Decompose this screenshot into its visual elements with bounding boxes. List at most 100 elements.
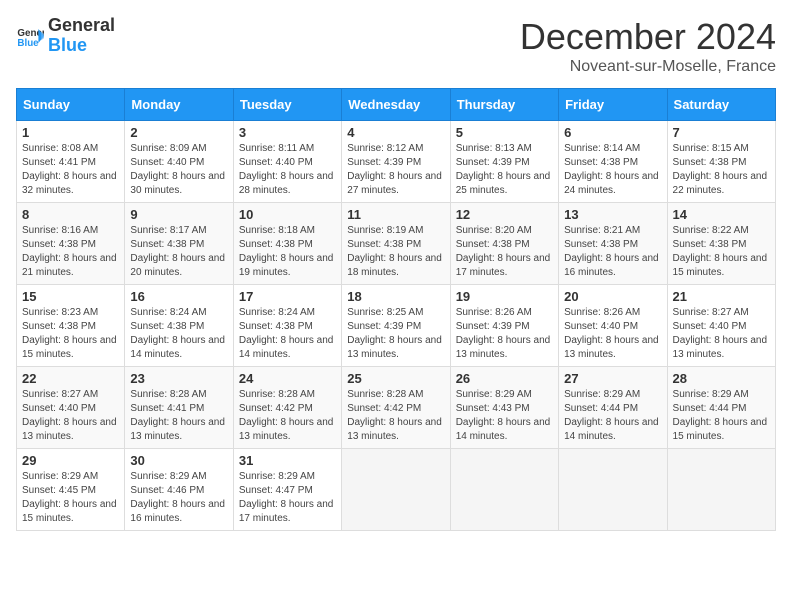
title-section: December 2024 Noveant-sur-Moselle, Franc…: [520, 16, 776, 76]
calendar-cell: 7Sunrise: 8:15 AMSunset: 4:38 PMDaylight…: [667, 121, 775, 203]
calendar-cell: 1 Sunrise: 8:08 AMSunset: 4:41 PMDaylight…: [17, 121, 125, 203]
column-header-thursday: Thursday: [450, 89, 558, 121]
calendar-cell: 18 Sunrise: 8:25 AMSunset: 4:39 PMDayligh…: [342, 285, 450, 367]
day-info: Sunrise: 8:25 AMSunset: 4:39 PMDaylight:…: [347, 306, 444, 362]
svg-text:Blue: Blue: [17, 38, 39, 49]
calendar-cell: 10 Sunrise: 8:18 AMSunset: 4:38 PMDayligh…: [233, 203, 341, 285]
day-info: Sunrise: 8:26 AMSunset: 4:40 PMDaylight:…: [564, 306, 661, 362]
calendar-cell: 17 Sunrise: 8:24 AMSunset: 4:38 PMDayligh…: [233, 285, 341, 367]
calendar-cell: [667, 449, 775, 531]
day-info: Sunrise: 8:18 AMSunset: 4:38 PMDaylight:…: [239, 224, 336, 280]
day-number: 30: [130, 453, 227, 468]
calendar-cell: [342, 449, 450, 531]
day-info: Sunrise: 8:12 AMSunset: 4:39 PMDaylight:…: [347, 142, 444, 198]
calendar-cell: 25 Sunrise: 8:28 AMSunset: 4:42 PMDayligh…: [342, 367, 450, 449]
day-info: Sunrise: 8:29 AMSunset: 4:44 PMDaylight:…: [673, 388, 770, 444]
day-info: Sunrise: 8:27 AMSunset: 4:40 PMDaylight:…: [673, 306, 770, 362]
logo-general-text: General: [48, 16, 115, 36]
day-info: Sunrise: 8:09 AMSunset: 4:40 PMDaylight:…: [130, 142, 227, 198]
day-number: 21: [673, 289, 770, 304]
day-number: 27: [564, 371, 661, 386]
logo-blue-text: Blue: [48, 36, 115, 56]
day-info: Sunrise: 8:11 AMSunset: 4:40 PMDaylight:…: [239, 142, 336, 198]
week-row-2: 8Sunrise: 8:16 AMSunset: 4:38 PMDaylight…: [17, 203, 776, 285]
day-number: 20: [564, 289, 661, 304]
day-number: 1: [22, 125, 119, 140]
column-header-sunday: Sunday: [17, 89, 125, 121]
day-number: 19: [456, 289, 553, 304]
day-info: Sunrise: 8:28 AMSunset: 4:41 PMDaylight:…: [130, 388, 227, 444]
calendar-cell: 15Sunrise: 8:23 AMSunset: 4:38 PMDayligh…: [17, 285, 125, 367]
day-info: Sunrise: 8:26 AMSunset: 4:39 PMDaylight:…: [456, 306, 553, 362]
day-info: Sunrise: 8:17 AMSunset: 4:38 PMDaylight:…: [130, 224, 227, 280]
day-number: 29: [22, 453, 119, 468]
day-number: 24: [239, 371, 336, 386]
month-title: December 2024: [520, 16, 776, 58]
day-info: Sunrise: 8:29 AMSunset: 4:46 PMDaylight:…: [130, 470, 227, 526]
calendar-cell: 28 Sunrise: 8:29 AMSunset: 4:44 PMDayligh…: [667, 367, 775, 449]
calendar-cell: 11Sunrise: 8:19 AMSunset: 4:38 PMDayligh…: [342, 203, 450, 285]
calendar-cell: 8Sunrise: 8:16 AMSunset: 4:38 PMDaylight…: [17, 203, 125, 285]
day-info: Sunrise: 8:29 AMSunset: 4:44 PMDaylight:…: [564, 388, 661, 444]
day-number: 10: [239, 207, 336, 222]
calendar-cell: 6Sunrise: 8:14 AMSunset: 4:38 PMDaylight…: [559, 121, 667, 203]
day-info: Sunrise: 8:20 AMSunset: 4:38 PMDaylight:…: [456, 224, 553, 280]
header: General Blue General Blue December 2024 …: [16, 16, 776, 76]
calendar-cell: 19 Sunrise: 8:26 AMSunset: 4:39 PMDayligh…: [450, 285, 558, 367]
calendar-cell: 24 Sunrise: 8:28 AMSunset: 4:42 PMDayligh…: [233, 367, 341, 449]
calendar-cell: 12 Sunrise: 8:20 AMSunset: 4:38 PMDayligh…: [450, 203, 558, 285]
day-info: Sunrise: 8:13 AMSunset: 4:39 PMDaylight:…: [456, 142, 553, 198]
calendar-cell: 2 Sunrise: 8:09 AMSunset: 4:40 PMDaylight…: [125, 121, 233, 203]
day-number: 16: [130, 289, 227, 304]
day-number: 12: [456, 207, 553, 222]
header-row: SundayMondayTuesdayWednesdayThursdayFrid…: [17, 89, 776, 121]
day-info: Sunrise: 8:14 AMSunset: 4:38 PMDaylight:…: [564, 142, 661, 198]
calendar-cell: 5 Sunrise: 8:13 AMSunset: 4:39 PMDaylight…: [450, 121, 558, 203]
day-number: 14: [673, 207, 770, 222]
day-info: Sunrise: 8:28 AMSunset: 4:42 PMDaylight:…: [347, 388, 444, 444]
column-header-saturday: Saturday: [667, 89, 775, 121]
day-number: 28: [673, 371, 770, 386]
day-info: Sunrise: 8:08 AMSunset: 4:41 PMDaylight:…: [22, 142, 119, 198]
calendar-cell: 30 Sunrise: 8:29 AMSunset: 4:46 PMDayligh…: [125, 449, 233, 531]
day-info: Sunrise: 8:22 AMSunset: 4:38 PMDaylight:…: [673, 224, 770, 280]
calendar-cell: 16 Sunrise: 8:24 AMSunset: 4:38 PMDayligh…: [125, 285, 233, 367]
calendar-cell: [450, 449, 558, 531]
day-info: Sunrise: 8:29 AMSunset: 4:43 PMDaylight:…: [456, 388, 553, 444]
day-number: 5: [456, 125, 553, 140]
calendar-cell: [559, 449, 667, 531]
column-header-friday: Friday: [559, 89, 667, 121]
calendar-cell: 26 Sunrise: 8:29 AMSunset: 4:43 PMDayligh…: [450, 367, 558, 449]
calendar-cell: 14 Sunrise: 8:22 AMSunset: 4:38 PMDayligh…: [667, 203, 775, 285]
day-info: Sunrise: 8:29 AMSunset: 4:47 PMDaylight:…: [239, 470, 336, 526]
location-title: Noveant-sur-Moselle, France: [520, 58, 776, 76]
day-info: Sunrise: 8:24 AMSunset: 4:38 PMDaylight:…: [239, 306, 336, 362]
calendar-cell: 22 Sunrise: 8:27 AMSunset: 4:40 PMDayligh…: [17, 367, 125, 449]
day-number: 9: [130, 207, 227, 222]
day-info: Sunrise: 8:27 AMSunset: 4:40 PMDaylight:…: [22, 388, 119, 444]
week-row-3: 15Sunrise: 8:23 AMSunset: 4:38 PMDayligh…: [17, 285, 776, 367]
day-info: Sunrise: 8:24 AMSunset: 4:38 PMDaylight:…: [130, 306, 227, 362]
day-number: 7: [673, 125, 770, 140]
week-row-4: 22 Sunrise: 8:27 AMSunset: 4:40 PMDayligh…: [17, 367, 776, 449]
day-number: 26: [456, 371, 553, 386]
calendar-cell: 29Sunrise: 8:29 AMSunset: 4:45 PMDayligh…: [17, 449, 125, 531]
day-number: 2: [130, 125, 227, 140]
week-row-5: 29Sunrise: 8:29 AMSunset: 4:45 PMDayligh…: [17, 449, 776, 531]
calendar-cell: 9 Sunrise: 8:17 AMSunset: 4:38 PMDaylight…: [125, 203, 233, 285]
column-header-wednesday: Wednesday: [342, 89, 450, 121]
day-number: 17: [239, 289, 336, 304]
calendar-cell: 20 Sunrise: 8:26 AMSunset: 4:40 PMDayligh…: [559, 285, 667, 367]
day-info: Sunrise: 8:28 AMSunset: 4:42 PMDaylight:…: [239, 388, 336, 444]
day-number: 15: [22, 289, 119, 304]
calendar-table: SundayMondayTuesdayWednesdayThursdayFrid…: [16, 88, 776, 531]
day-number: 25: [347, 371, 444, 386]
day-number: 22: [22, 371, 119, 386]
calendar-cell: 13Sunrise: 8:21 AMSunset: 4:38 PMDayligh…: [559, 203, 667, 285]
day-number: 31: [239, 453, 336, 468]
day-number: 23: [130, 371, 227, 386]
day-number: 3: [239, 125, 336, 140]
calendar-cell: 3 Sunrise: 8:11 AMSunset: 4:40 PMDaylight…: [233, 121, 341, 203]
calendar-cell: 27 Sunrise: 8:29 AMSunset: 4:44 PMDayligh…: [559, 367, 667, 449]
day-number: 18: [347, 289, 444, 304]
